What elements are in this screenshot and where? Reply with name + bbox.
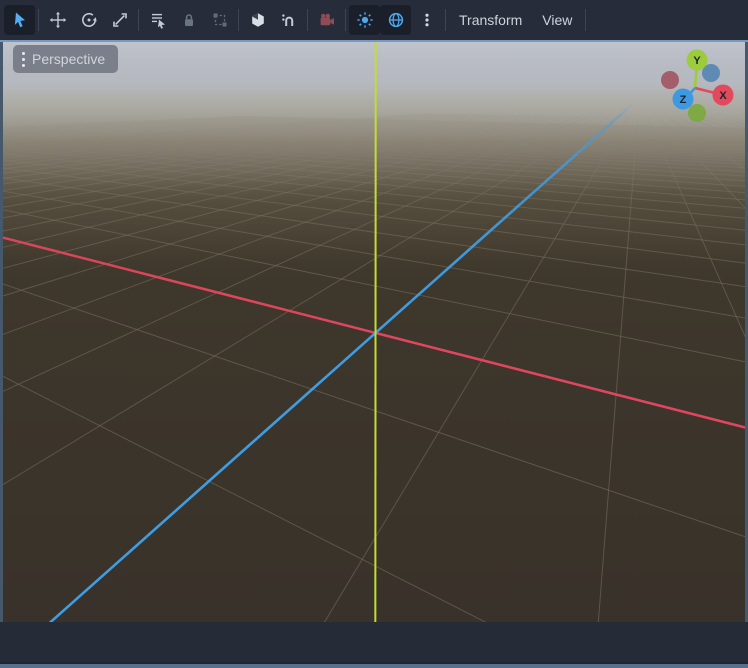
gizmo-x-ball[interactable]: X bbox=[713, 85, 734, 106]
gizmo-neg-y-ball[interactable] bbox=[688, 104, 706, 122]
select-tool-button[interactable] bbox=[4, 5, 35, 35]
lock-button[interactable] bbox=[173, 5, 204, 35]
toolbar-separator bbox=[585, 9, 586, 31]
lock-icon bbox=[180, 11, 198, 29]
gizmo-z-ball[interactable]: Z bbox=[673, 89, 694, 110]
viewport-focus-border-bottom bbox=[0, 664, 748, 668]
orientation-gizmo[interactable]: Y X Z bbox=[652, 46, 742, 126]
viewport-options-button[interactable] bbox=[411, 5, 442, 35]
gizmo-y-ball[interactable]: Y bbox=[687, 50, 708, 71]
group-button[interactable] bbox=[204, 5, 235, 35]
toolbar-separator bbox=[445, 9, 446, 31]
transform-menu-label: Transform bbox=[459, 12, 522, 28]
3d-viewport[interactable]: Perspective Y X Z bbox=[0, 40, 748, 628]
view-mode-label: Perspective bbox=[32, 51, 105, 67]
viewport-canvas[interactable]: Perspective Y X Z bbox=[3, 42, 745, 622]
move-icon bbox=[49, 11, 67, 29]
scale-tool-button[interactable] bbox=[104, 5, 135, 35]
toolbar-separator bbox=[238, 9, 239, 31]
environment-toggle-button[interactable] bbox=[380, 5, 411, 35]
rotate-icon bbox=[80, 11, 98, 29]
list-select-tool-button[interactable] bbox=[142, 5, 173, 35]
snap-magnet-icon bbox=[280, 11, 298, 29]
sun-icon bbox=[356, 11, 374, 29]
gizmo-y-label: Y bbox=[693, 55, 701, 67]
view-mode-button[interactable]: Perspective bbox=[13, 45, 118, 73]
local-space-button[interactable] bbox=[242, 5, 273, 35]
environment-globe-icon bbox=[387, 11, 405, 29]
local-space-cube-icon bbox=[249, 11, 267, 29]
kebab-menu-icon bbox=[418, 11, 436, 29]
world-axes bbox=[3, 42, 745, 622]
viewport-border-left bbox=[0, 42, 3, 622]
preview-camera-button[interactable] bbox=[311, 5, 342, 35]
gizmo-x-label: X bbox=[719, 90, 727, 102]
gizmo-z-label: Z bbox=[680, 94, 687, 106]
toolbar-separator bbox=[345, 9, 346, 31]
transform-menu[interactable]: Transform bbox=[449, 5, 532, 35]
group-icon bbox=[211, 11, 229, 29]
viewport-toolbar: Transform View bbox=[0, 0, 748, 40]
view-mode-kebab-icon bbox=[22, 52, 25, 67]
snap-button[interactable] bbox=[273, 5, 304, 35]
scale-icon bbox=[111, 11, 129, 29]
view-menu-label: View bbox=[542, 12, 572, 28]
toolbar-separator bbox=[138, 9, 139, 31]
sun-toggle-button[interactable] bbox=[349, 5, 380, 35]
preview-camera-icon bbox=[318, 11, 336, 29]
toolbar-separator bbox=[307, 9, 308, 31]
gizmo-neg-x-ball[interactable] bbox=[661, 71, 679, 89]
toolbar-separator bbox=[38, 9, 39, 31]
rotate-tool-button[interactable] bbox=[73, 5, 104, 35]
move-tool-button[interactable] bbox=[42, 5, 73, 35]
view-menu[interactable]: View bbox=[532, 5, 582, 35]
list-select-icon bbox=[149, 11, 167, 29]
select-icon bbox=[11, 11, 29, 29]
